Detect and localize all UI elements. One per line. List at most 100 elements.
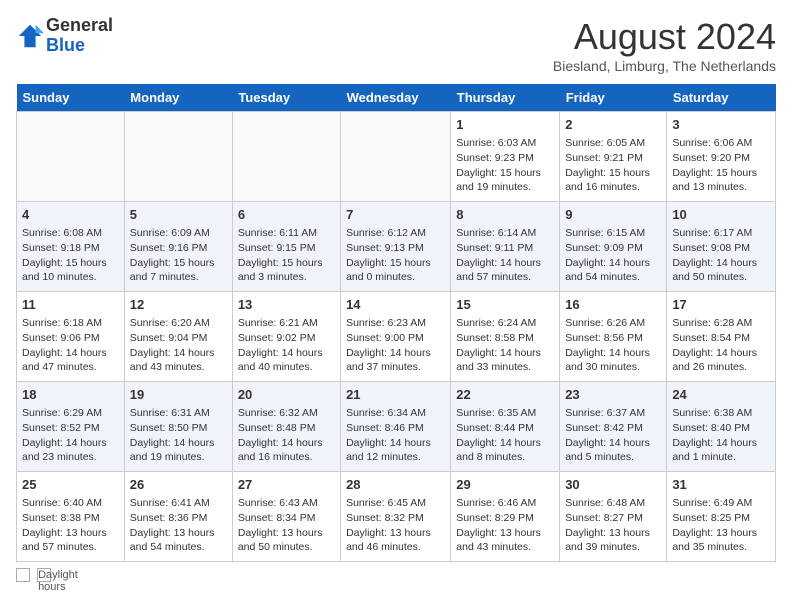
day-number: 31 [672, 476, 770, 494]
week-row-5: 25 Sunrise: 6:40 AM Sunset: 8:38 PM Dayli… [17, 472, 776, 562]
day-cell: 16Sunrise: 6:26 AM Sunset: 8:56 PM Dayli… [560, 292, 667, 382]
day-header-saturday: Saturday [667, 84, 776, 112]
day-cell [341, 112, 451, 202]
daylight-label: Daylight hours [37, 568, 51, 582]
title-area: August 2024 Biesland, Limburg, The Nethe… [553, 16, 776, 74]
day-number: 11 [22, 296, 119, 314]
logo-blue: Blue [46, 36, 113, 56]
day-number: 20 [238, 386, 335, 404]
day-number: 24 [672, 386, 770, 404]
day-number: 7 [346, 206, 445, 224]
day-info: Sunrise: 6:46 AM Sunset: 8:29 PM Dayligh… [456, 496, 554, 555]
day-header-monday: Monday [124, 84, 232, 112]
day-info: Sunrise: 6:21 AM Sunset: 9:02 PM Dayligh… [238, 316, 335, 375]
day-cell: 27Sunrise: 6:43 AM Sunset: 8:34 PM Dayli… [232, 472, 340, 562]
day-number: 10 [672, 206, 770, 224]
day-cell: 6 Sunrise: 6:11 AM Sunset: 9:15 PM Daylig… [232, 202, 340, 292]
day-cell: 31 Sunrise: 6:49 AM Sunset: 8:25 PM Dayli… [667, 472, 776, 562]
day-number: 2 [565, 116, 661, 134]
day-info: Sunrise: 6:26 AM Sunset: 8:56 PM Dayligh… [565, 316, 661, 375]
logo: General Blue [16, 16, 113, 56]
day-info: Sunrise: 6:38 AM Sunset: 8:40 PM Dayligh… [672, 406, 770, 465]
day-cell: 24 Sunrise: 6:38 AM Sunset: 8:40 PM Dayli… [667, 382, 776, 472]
day-info: Sunrise: 6:12 AM Sunset: 9:13 PM Dayligh… [346, 226, 445, 285]
week-row-1: 1Sunrise: 6:03 AM Sunset: 9:23 PM Daylig… [17, 112, 776, 202]
day-info: Sunrise: 6:20 AM Sunset: 9:04 PM Dayligh… [130, 316, 227, 375]
day-info: Sunrise: 6:31 AM Sunset: 8:50 PM Dayligh… [130, 406, 227, 465]
day-info: Sunrise: 6:34 AM Sunset: 8:46 PM Dayligh… [346, 406, 445, 465]
day-info: Sunrise: 6:45 AM Sunset: 8:32 PM Dayligh… [346, 496, 445, 555]
day-cell: 1Sunrise: 6:03 AM Sunset: 9:23 PM Daylig… [451, 112, 560, 202]
day-number: 8 [456, 206, 554, 224]
day-number: 4 [22, 206, 119, 224]
day-info: Sunrise: 6:49 AM Sunset: 8:25 PM Dayligh… [672, 496, 770, 555]
day-cell: 13Sunrise: 6:21 AM Sunset: 9:02 PM Dayli… [232, 292, 340, 382]
day-number: 19 [130, 386, 227, 404]
day-cell: 19 Sunrise: 6:31 AM Sunset: 8:50 PM Dayli… [124, 382, 232, 472]
day-number: 3 [672, 116, 770, 134]
day-cell: 23Sunrise: 6:37 AM Sunset: 8:42 PM Dayli… [560, 382, 667, 472]
day-cell: 10 Sunrise: 6:17 AM Sunset: 9:08 PM Dayli… [667, 202, 776, 292]
day-cell: 20 Sunrise: 6:32 AM Sunset: 8:48 PM Dayli… [232, 382, 340, 472]
day-cell [124, 112, 232, 202]
day-info: Sunrise: 6:32 AM Sunset: 8:48 PM Dayligh… [238, 406, 335, 465]
day-cell: 25 Sunrise: 6:40 AM Sunset: 8:38 PM Dayli… [17, 472, 125, 562]
footer-note: Daylight hours [16, 568, 776, 582]
day-number: 28 [346, 476, 445, 494]
day-number: 15 [456, 296, 554, 314]
day-number: 21 [346, 386, 445, 404]
logo-text: General Blue [46, 16, 113, 56]
day-info: Sunrise: 6:23 AM Sunset: 9:00 PM Dayligh… [346, 316, 445, 375]
day-info: Sunrise: 6:17 AM Sunset: 9:08 PM Dayligh… [672, 226, 770, 285]
day-info: Sunrise: 6:06 AM Sunset: 9:20 PM Dayligh… [672, 136, 770, 195]
day-number: 9 [565, 206, 661, 224]
day-cell [17, 112, 125, 202]
day-info: Sunrise: 6:41 AM Sunset: 8:36 PM Dayligh… [130, 496, 227, 555]
day-cell: 21 Sunrise: 6:34 AM Sunset: 8:46 PM Dayli… [341, 382, 451, 472]
day-number: 5 [130, 206, 227, 224]
logo-icon [16, 22, 44, 50]
day-info: Sunrise: 6:24 AM Sunset: 8:58 PM Dayligh… [456, 316, 554, 375]
day-info: Sunrise: 6:35 AM Sunset: 8:44 PM Dayligh… [456, 406, 554, 465]
day-info: Sunrise: 6:14 AM Sunset: 9:11 PM Dayligh… [456, 226, 554, 285]
day-cell: 9 Sunrise: 6:15 AM Sunset: 9:09 PM Daylig… [560, 202, 667, 292]
day-number: 1 [456, 116, 554, 134]
day-cell: 28 Sunrise: 6:45 AM Sunset: 8:32 PM Dayli… [341, 472, 451, 562]
day-header-tuesday: Tuesday [232, 84, 340, 112]
daylight-swatch [16, 568, 30, 582]
week-row-3: 11 Sunrise: 6:18 AM Sunset: 9:06 PM Dayli… [17, 292, 776, 382]
day-info: Sunrise: 6:28 AM Sunset: 8:54 PM Dayligh… [672, 316, 770, 375]
day-cell: 11 Sunrise: 6:18 AM Sunset: 9:06 PM Dayli… [17, 292, 125, 382]
day-cell: 4 Sunrise: 6:08 AM Sunset: 9:18 PM Daylig… [17, 202, 125, 292]
week-row-2: 4 Sunrise: 6:08 AM Sunset: 9:18 PM Daylig… [17, 202, 776, 292]
day-cell: 29 Sunrise: 6:46 AM Sunset: 8:29 PM Dayli… [451, 472, 560, 562]
day-cell: 15 Sunrise: 6:24 AM Sunset: 8:58 PM Dayli… [451, 292, 560, 382]
header: General Blue August 2024 Biesland, Limbu… [16, 16, 776, 74]
day-info: Sunrise: 6:48 AM Sunset: 8:27 PM Dayligh… [565, 496, 661, 555]
day-cell: 17Sunrise: 6:28 AM Sunset: 8:54 PM Dayli… [667, 292, 776, 382]
day-cell: 12Sunrise: 6:20 AM Sunset: 9:04 PM Dayli… [124, 292, 232, 382]
day-cell: 26 Sunrise: 6:41 AM Sunset: 8:36 PM Dayli… [124, 472, 232, 562]
day-info: Sunrise: 6:09 AM Sunset: 9:16 PM Dayligh… [130, 226, 227, 285]
day-info: Sunrise: 6:11 AM Sunset: 9:15 PM Dayligh… [238, 226, 335, 285]
day-info: Sunrise: 6:08 AM Sunset: 9:18 PM Dayligh… [22, 226, 119, 285]
day-number: 25 [22, 476, 119, 494]
day-cell: 14 Sunrise: 6:23 AM Sunset: 9:00 PM Dayli… [341, 292, 451, 382]
day-number: 14 [346, 296, 445, 314]
header-row: SundayMondayTuesdayWednesdayThursdayFrid… [17, 84, 776, 112]
day-cell: 3 Sunrise: 6:06 AM Sunset: 9:20 PM Daylig… [667, 112, 776, 202]
day-info: Sunrise: 6:18 AM Sunset: 9:06 PM Dayligh… [22, 316, 119, 375]
day-info: Sunrise: 6:40 AM Sunset: 8:38 PM Dayligh… [22, 496, 119, 555]
day-number: 30 [565, 476, 661, 494]
calendar-table: SundayMondayTuesdayWednesdayThursdayFrid… [16, 84, 776, 562]
day-number: 6 [238, 206, 335, 224]
day-number: 26 [130, 476, 227, 494]
day-cell [232, 112, 340, 202]
day-cell: 30 Sunrise: 6:48 AM Sunset: 8:27 PM Dayli… [560, 472, 667, 562]
day-info: Sunrise: 6:15 AM Sunset: 9:09 PM Dayligh… [565, 226, 661, 285]
day-info: Sunrise: 6:43 AM Sunset: 8:34 PM Dayligh… [238, 496, 335, 555]
week-row-4: 18Sunrise: 6:29 AM Sunset: 8:52 PM Dayli… [17, 382, 776, 472]
day-header-thursday: Thursday [451, 84, 560, 112]
day-number: 29 [456, 476, 554, 494]
location-title: Biesland, Limburg, The Netherlands [553, 58, 776, 74]
